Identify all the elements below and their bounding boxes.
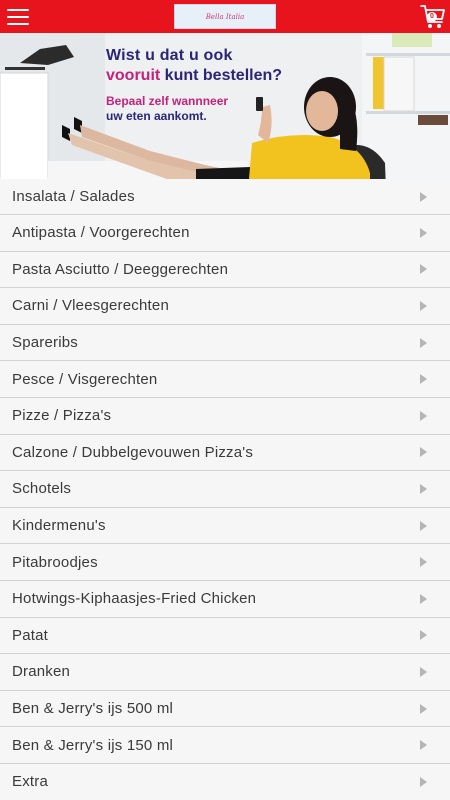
category-label: Pitabroodjes [12, 553, 98, 571]
chevron-right-icon [420, 630, 427, 641]
chevron-right-icon [420, 776, 427, 787]
category-label: Spareribs [12, 334, 78, 352]
category-item-schotels[interactable]: Schotels [0, 471, 450, 508]
promo-line-1: Wist u dat u ook [106, 47, 233, 64]
category-label: Hotwings-Kiphaasjes-Fried Chicken [12, 590, 257, 608]
category-item-ijs-150[interactable]: Ben & Jerry's ijs 150 ml [0, 727, 450, 764]
chevron-right-icon [420, 374, 427, 385]
category-label: Schotels [12, 480, 72, 498]
chevron-right-icon [420, 557, 427, 568]
category-label: Ben & Jerry's ijs 500 ml [12, 700, 174, 718]
category-item-extra[interactable]: Extra [0, 763, 450, 800]
category-item-dranken[interactable]: Dranken [0, 654, 450, 691]
category-label: Pesce / Visgerechten [12, 370, 158, 388]
category-item-deeggerechten[interactable]: Pasta Asciutto / Deeggerechten [0, 251, 450, 289]
promo-accent-word: vooruit [106, 67, 161, 84]
top-app-bar: Bella Italia 0 [0, 0, 450, 33]
category-label: Dranken [12, 663, 71, 681]
category-item-pitabroodjes[interactable]: Pitabroodjes [0, 544, 450, 581]
chevron-right-icon [420, 593, 427, 604]
category-label: Insalata / Salades [12, 188, 135, 205]
chevron-right-icon [420, 447, 427, 458]
chevron-right-icon [420, 703, 427, 714]
category-label: Calzone / Dubbelgevouwen Pizza's [12, 443, 254, 461]
chevron-right-icon [420, 410, 427, 421]
category-label: Pizze / Pizza's [12, 407, 112, 425]
chevron-right-icon [420, 520, 427, 531]
category-item-calzone[interactable]: Calzone / Dubbelgevouwen Pizza's [0, 434, 450, 472]
category-label: Extra [12, 773, 49, 791]
category-item-voorgerechten[interactable]: Antipasta / Voorgerechten [0, 215, 450, 252]
chevron-right-icon [420, 337, 427, 348]
category-item-pizzas[interactable]: Pizze / Pizza's [0, 397, 450, 435]
category-item-kindermenus[interactable]: Kindermenu's [0, 507, 450, 545]
category-item-hotwings[interactable]: Hotwings-Kiphaasjes-Fried Chicken [0, 580, 450, 618]
promo-banner[interactable]: Wist u dat u ook vooruit kunt bestellen?… [0, 33, 450, 191]
promo-text: Wist u dat u ook vooruit kunt bestellen?… [106, 47, 282, 123]
chevron-right-icon [420, 191, 427, 202]
category-item-salades[interactable]: Insalata / Salades [0, 179, 450, 215]
category-label: Carni / Vleesgerechten [12, 297, 169, 315]
restaurant-logo[interactable]: Bella Italia [174, 4, 276, 29]
promo-line-2: vooruit kunt bestellen? [106, 67, 282, 85]
promo-line-2-rest: kunt bestellen? [164, 67, 283, 84]
chevron-right-icon [420, 666, 427, 677]
category-item-visgerechten[interactable]: Pesce / Visgerechten [0, 361, 450, 398]
category-label: Antipasta / Voorgerechten [12, 224, 190, 242]
cart-count-badge: 0 [427, 12, 437, 22]
category-item-vleesgerechten[interactable]: Carni / Vleesgerechten [0, 288, 450, 325]
chevron-right-icon [420, 227, 427, 238]
chevron-right-icon [420, 264, 427, 275]
chevron-right-icon [420, 483, 427, 494]
promo-line-4: uw eten aankomt. [106, 109, 207, 123]
category-label: Patat [12, 626, 49, 644]
category-label: Ben & Jerry's ijs 150 ml [12, 736, 174, 754]
hamburger-icon[interactable] [7, 8, 29, 25]
cart-button[interactable]: 0 [420, 3, 446, 30]
promo-line-3: Bepaal zelf wannneer [106, 94, 229, 108]
category-item-ijs-500[interactable]: Ben & Jerry's ijs 500 ml [0, 690, 450, 728]
logo-text: Bella Italia [205, 12, 245, 21]
chevron-right-icon [420, 740, 427, 751]
category-item-spareribs[interactable]: Spareribs [0, 324, 450, 362]
category-label: Pasta Asciutto / Deeggerechten [12, 260, 229, 278]
category-list: Insalata / Salades Antipasta / Voorgerec… [0, 179, 450, 800]
chevron-right-icon [420, 300, 427, 311]
category-item-patat[interactable]: Patat [0, 617, 450, 655]
category-label: Kindermenu's [12, 517, 106, 535]
